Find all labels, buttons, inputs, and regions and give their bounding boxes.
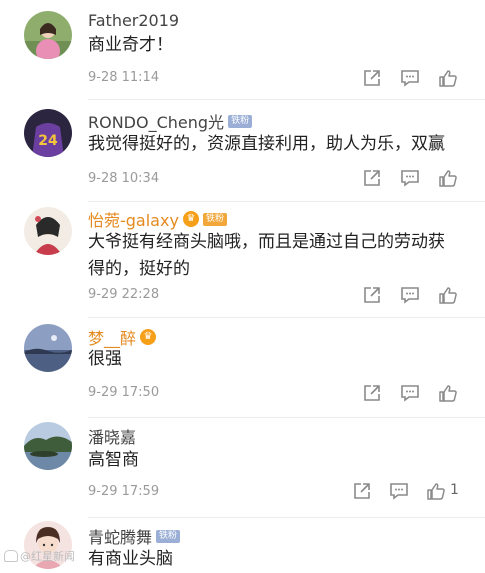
watermark: @红星新闻 xyxy=(4,548,75,564)
like-icon[interactable] xyxy=(426,481,446,501)
watermark-text: @红星新闻 xyxy=(20,550,75,563)
like-icon[interactable] xyxy=(438,68,458,88)
avatar[interactable]: 24 xyxy=(24,109,72,157)
avatar[interactable] xyxy=(24,324,72,372)
comment-text: 商业奇才！ xyxy=(88,35,173,55)
like-count: 1 xyxy=(450,482,459,498)
like-icon[interactable] xyxy=(438,383,458,403)
comment-item: 怡菀-galaxy ♛ 铁粉 大爷挺有经商头脑哦，而且是通过自己的劳动获得的，挺… xyxy=(0,202,485,318)
comment-text: 有商业头脑 xyxy=(88,549,173,569)
comment-text: 很强 xyxy=(88,349,122,369)
comment-text: 大爷挺有经商头脑哦，而且是通过自己的劳动获得的，挺好的 xyxy=(88,232,445,279)
avatar[interactable] xyxy=(24,11,72,59)
share-icon[interactable] xyxy=(362,383,382,403)
share-icon[interactable] xyxy=(362,168,382,188)
fan-badge: 铁粉 xyxy=(202,212,227,226)
username[interactable]: RONDO_Cheng光 xyxy=(88,109,224,133)
like-icon[interactable] xyxy=(438,168,458,188)
comment-item: Father2019 商业奇才！ 9-28 11:14 xyxy=(0,0,485,100)
username[interactable]: 青蛇腾舞 xyxy=(88,524,152,548)
avatar[interactable] xyxy=(24,422,72,470)
comment-actions xyxy=(0,68,485,90)
share-icon[interactable] xyxy=(362,285,382,305)
share-icon[interactable] xyxy=(362,68,382,88)
weibo-icon xyxy=(4,550,18,562)
comment-icon[interactable] xyxy=(400,383,420,403)
like-icon[interactable] xyxy=(438,285,458,305)
comment-text: 高智商 xyxy=(88,450,139,470)
comment-actions: 1 xyxy=(0,481,485,503)
svg-text:24: 24 xyxy=(38,133,58,149)
comment-actions xyxy=(0,285,485,307)
fan-badge: 铁粉 xyxy=(228,114,253,128)
comment-icon[interactable] xyxy=(400,68,420,88)
username[interactable]: 怡菀-galaxy xyxy=(88,207,179,231)
comment-actions xyxy=(0,383,485,405)
fan-badge: 铁粉 xyxy=(156,529,181,543)
comment-actions xyxy=(0,168,485,190)
comment-item: 梦__醉 ♛ 很强 9-29 17:50 xyxy=(0,318,485,418)
crown-icon: ♛ xyxy=(182,211,199,227)
share-icon[interactable] xyxy=(352,481,372,501)
comment-item: 24 RONDO_Cheng光 铁粉 我觉得挺好的，资源直接利用，助人为乐，双赢… xyxy=(0,100,485,202)
username[interactable]: 潘晓嘉 xyxy=(88,424,136,448)
crown-icon: ♛ xyxy=(140,329,157,345)
comment-icon[interactable] xyxy=(400,285,420,305)
comment-icon[interactable] xyxy=(400,168,420,188)
comment-text: 我觉得挺好的，资源直接利用，助人为乐，双赢 xyxy=(88,134,445,154)
avatar[interactable] xyxy=(24,207,72,255)
username[interactable]: Father2019 xyxy=(88,11,179,30)
comment-item: 潘晓嘉 高智商 9-29 17:59 1 xyxy=(0,418,485,518)
comment-icon[interactable] xyxy=(389,481,409,501)
